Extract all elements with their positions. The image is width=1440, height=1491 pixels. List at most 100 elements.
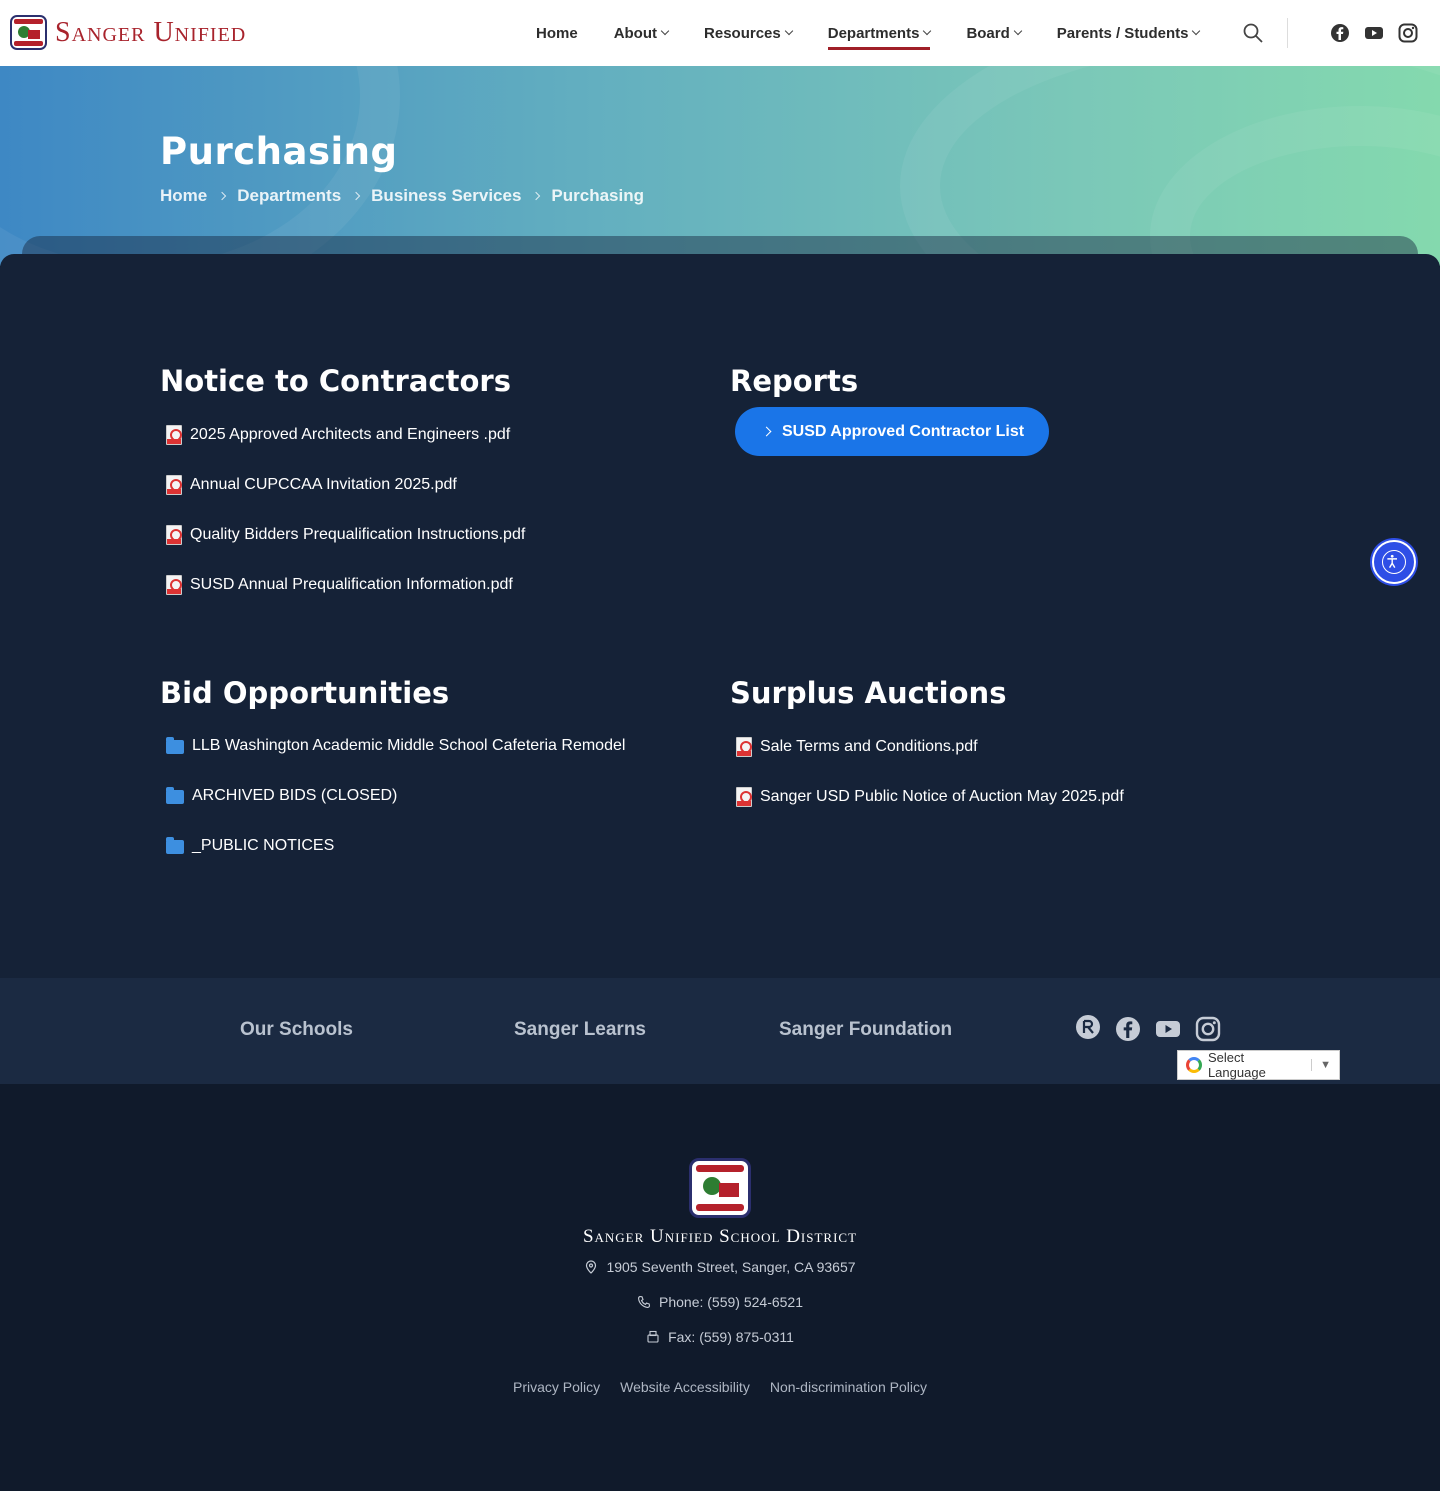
approved-contractor-list-button[interactable]: SUSD Approved Contractor List: [735, 407, 1049, 456]
youtube-icon[interactable]: [1155, 1016, 1181, 1042]
file-link[interactable]: Quality Bidders Prequalification Instruc…: [166, 525, 525, 545]
non-discrimination-policy-link[interactable]: Non-discrimination Policy: [770, 1379, 927, 1395]
nav-parents-students[interactable]: Parents / Students: [1056, 0, 1201, 66]
bids-section-title: Bid Opportunities: [160, 676, 450, 710]
nav-resources[interactable]: Resources: [704, 0, 793, 66]
file-name: Quality Bidders Prequalification Instruc…: [190, 526, 526, 543]
file-name: SUSD Annual Prequalification Information…: [190, 576, 513, 593]
accessibility-icon: [1382, 550, 1406, 574]
pdf-icon: [166, 575, 182, 595]
youtube-icon[interactable]: [1364, 23, 1384, 43]
sanger-learns-link[interactable]: Sanger Learns: [514, 1019, 646, 1041]
district-seal-icon: [10, 15, 47, 50]
pdf-icon: [166, 475, 182, 495]
language-select-label: Select Language: [1207, 1050, 1266, 1080]
surplus-section-title: Surplus Auctions: [730, 676, 1007, 710]
folder-icon: [166, 787, 184, 804]
nav-home-label: Home: [536, 24, 578, 42]
file-link[interactable]: 2025 Approved Architects and Engineers .…: [166, 425, 510, 445]
policy-links: Privacy Policy Website Accessibility Non…: [0, 1379, 1440, 1395]
our-schools-link[interactable]: Our Schools: [240, 1019, 353, 1041]
file-link[interactable]: Sanger USD Public Notice of Auction May …: [736, 787, 1124, 807]
accessibility-button[interactable]: [1372, 540, 1416, 584]
folder-icon: [166, 837, 184, 854]
main-content: [0, 254, 1440, 978]
map-pin-icon: [586, 1260, 597, 1274]
footer-fax: Fax: (559) 875-0311: [0, 1329, 1440, 1345]
folder-icon: [166, 737, 184, 754]
file-link[interactable]: Annual CUPCCAA Invitation 2025.pdf: [166, 475, 457, 495]
site-name: Sanger Unified: [55, 16, 247, 48]
folder-name: ARCHIVED BIDS (CLOSED): [192, 787, 398, 804]
page-title: Purchasing: [160, 130, 398, 173]
folder-name: LLB Washington Academic Middle School Ca…: [192, 737, 626, 754]
nav-home[interactable]: Home: [536, 0, 578, 66]
fax-text: Fax: (559) 875-0311: [668, 1329, 794, 1345]
site-header: Sanger Unified Home About Resources Depa…: [0, 0, 1440, 66]
folder-link[interactable]: _PUBLIC NOTICES: [166, 837, 334, 855]
search-icon[interactable]: [1243, 23, 1263, 43]
pdf-icon: [736, 737, 752, 757]
file-name: Sale Terms and Conditions.pdf: [760, 738, 978, 755]
phone-icon: [638, 1295, 651, 1308]
district-seal-icon: [689, 1158, 751, 1218]
reports-section-title: Reports: [730, 364, 859, 398]
address-text: 1905 Seventh Street, Sanger, CA 93657: [606, 1259, 856, 1275]
dropdown-arrow-icon: ▼: [1311, 1059, 1339, 1071]
nav-board[interactable]: Board: [966, 0, 1023, 66]
footer-phone[interactable]: Phone: (559) 524-6521: [0, 1294, 1440, 1310]
language-select[interactable]: Select Language ▼: [1177, 1050, 1340, 1080]
folder-name: _PUBLIC NOTICES: [192, 837, 335, 854]
pdf-icon: [736, 787, 752, 807]
pdf-icon: [166, 525, 182, 545]
nav-about[interactable]: About: [613, 0, 670, 66]
app-logo-icon[interactable]: [1075, 1014, 1101, 1040]
instagram-icon[interactable]: [1195, 1016, 1221, 1042]
facebook-icon[interactable]: [1330, 23, 1350, 43]
district-name: Sanger Unified School District: [582, 1226, 858, 1247]
facebook-icon[interactable]: [1115, 1016, 1141, 1042]
chevron-down-icon: [660, 26, 670, 36]
folder-link[interactable]: ARCHIVED BIDS (CLOSED): [166, 787, 397, 805]
main-nav: Home About Resources Departments Board P…: [536, 0, 1201, 66]
footer-address: 1905 Seventh Street, Sanger, CA 93657: [0, 1259, 1440, 1275]
breadcrumb-business-services[interactable]: Business Services: [371, 186, 521, 206]
nav-about-label: About: [613, 24, 658, 42]
header-divider: [1287, 18, 1288, 48]
sanger-foundation-link[interactable]: Sanger Foundation: [779, 1019, 952, 1041]
chevron-right-icon: [532, 191, 541, 201]
file-name: 2025 Approved Architects and Engineers .…: [190, 426, 511, 443]
privacy-policy-link[interactable]: Privacy Policy: [513, 1379, 600, 1395]
nav-board-label: Board: [966, 24, 1010, 42]
nav-parents-students-label: Parents / Students: [1056, 24, 1189, 42]
site-footer: [0, 1084, 1440, 1491]
breadcrumb-departments[interactable]: Departments: [237, 186, 341, 206]
chevron-right-icon: [217, 191, 227, 201]
breadcrumb: Home Departments Business Services Purch…: [160, 186, 644, 206]
nav-resources-label: Resources: [704, 24, 781, 42]
file-link[interactable]: Sale Terms and Conditions.pdf: [736, 737, 978, 757]
file-name: Sanger USD Public Notice of Auction May …: [760, 788, 1124, 805]
site-logo[interactable]: Sanger Unified: [10, 15, 246, 50]
file-link[interactable]: SUSD Annual Prequalification Information…: [166, 575, 513, 595]
folder-link[interactable]: LLB Washington Academic Middle School Ca…: [166, 737, 625, 755]
pdf-icon: [166, 425, 182, 445]
chevron-down-icon: [784, 26, 793, 36]
file-name: Annual CUPCCAA Invitation 2025.pdf: [190, 476, 457, 493]
chevron-down-icon: [923, 26, 932, 36]
chevron-down-icon: [1013, 26, 1023, 36]
button-label: SUSD Approved Contractor List: [782, 422, 1025, 440]
chevron-down-icon: [1192, 26, 1201, 36]
notice-section-title: Notice to Contractors: [160, 364, 511, 398]
breadcrumb-current: Purchasing: [551, 186, 645, 205]
phone-text: Phone: (559) 524-6521: [659, 1294, 803, 1310]
chevron-right-icon: [761, 426, 772, 437]
nav-departments-label: Departments: [827, 24, 920, 42]
website-accessibility-link[interactable]: Website Accessibility: [620, 1379, 750, 1395]
instagram-icon[interactable]: [1398, 23, 1418, 43]
chevron-right-icon: [351, 191, 361, 201]
nav-departments[interactable]: Departments: [827, 0, 932, 66]
breadcrumb-home[interactable]: Home: [160, 186, 207, 206]
fax-icon: [647, 1330, 659, 1343]
google-icon: [1186, 1057, 1202, 1073]
